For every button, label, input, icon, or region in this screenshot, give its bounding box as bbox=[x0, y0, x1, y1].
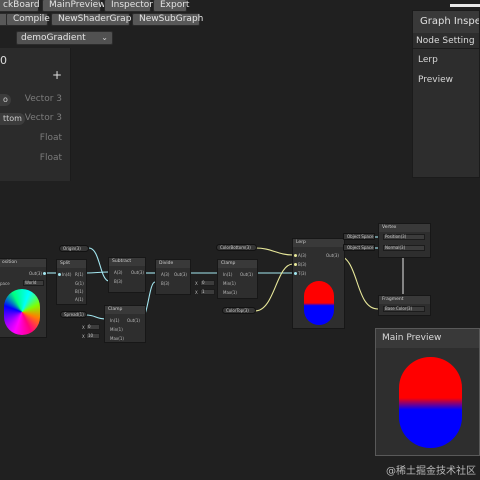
port-in-label: In(4) bbox=[62, 272, 72, 277]
main-preview-title: Main Preview bbox=[376, 329, 479, 348]
port-out-label: Out(1) bbox=[240, 272, 253, 277]
input-port[interactable] bbox=[294, 263, 297, 266]
port-out-label: Out(1) bbox=[127, 318, 140, 323]
position-node[interactable]: osition Out(3) pace World bbox=[0, 258, 47, 338]
x-label: X bbox=[82, 325, 85, 330]
edge-origin-subtract bbox=[88, 247, 110, 282]
port-min-label: Min(1) bbox=[223, 281, 236, 286]
base-color-port-field[interactable]: Base Color(3) bbox=[383, 306, 425, 312]
node-title: Subtract bbox=[109, 258, 145, 266]
port-a-label: A(3) bbox=[161, 272, 170, 277]
port-a-label: A(3) bbox=[114, 270, 123, 275]
color-top-property-pill[interactable]: ColorTop(3) bbox=[222, 307, 256, 314]
clamp-node-2[interactable]: Clamp In(1) Min(1) Max(1) Out(1) bbox=[217, 259, 258, 299]
position-port-field[interactable]: Position(3) bbox=[383, 234, 425, 240]
port-out-label: A(1) bbox=[75, 297, 84, 302]
input-port[interactable] bbox=[294, 272, 297, 275]
split-node[interactable]: Split In(4) R(1) G(1) B(1) A(1) bbox=[56, 259, 87, 305]
max-value-field[interactable]: 1 bbox=[200, 289, 215, 295]
port-max-label: Max(1) bbox=[223, 290, 237, 295]
node-title: Fragment bbox=[379, 296, 430, 304]
pill-label: Object Space bbox=[347, 245, 374, 250]
main-preview-capsule[interactable] bbox=[399, 357, 462, 448]
min-value-field[interactable]: 0 bbox=[86, 324, 100, 330]
node-title: Divide bbox=[156, 260, 190, 268]
origin-property-pill[interactable]: Origin(3) bbox=[59, 245, 89, 252]
object-space-pill[interactable]: Object Space bbox=[343, 244, 375, 251]
normal-port-field[interactable]: Normal(3) bbox=[383, 245, 425, 251]
lerp-node[interactable]: Lerp A(3) B(3) T(3) Out(3) bbox=[292, 238, 345, 329]
node-title: Clamp bbox=[218, 260, 257, 268]
max-value-field[interactable]: 10 bbox=[86, 333, 100, 339]
port-b-label: B(3) bbox=[114, 279, 123, 284]
port-out-label: Out(3) bbox=[174, 272, 187, 277]
port-a-label: A(3) bbox=[298, 253, 307, 258]
lerp-preview-capsule bbox=[304, 281, 334, 325]
node-title: osition bbox=[0, 259, 46, 267]
spread-property-pill[interactable]: Spread(1) bbox=[60, 311, 87, 318]
x-label: X bbox=[195, 281, 198, 286]
x-label: X bbox=[195, 290, 198, 295]
pill-label: Spread(1) bbox=[64, 312, 84, 317]
port-t-label: T(3) bbox=[298, 271, 307, 276]
clamp-node-1[interactable]: Clamp In(1) Min(1) Max(1) Out(1) bbox=[104, 305, 146, 343]
pill-label: ColorTop(3) bbox=[226, 308, 249, 313]
node-title: Clamp bbox=[105, 306, 145, 314]
space-label: pace bbox=[0, 281, 10, 286]
position-preview-sphere bbox=[4, 289, 40, 335]
port-max-label: Max(1) bbox=[110, 336, 124, 341]
color-bottom-property-pill[interactable]: ColorBottom(3) bbox=[216, 244, 257, 251]
node-title: Lerp bbox=[293, 239, 344, 247]
pill-label: Object Space bbox=[347, 234, 374, 239]
port-b-label: B(3) bbox=[298, 262, 307, 267]
port-out-label: Out(3) bbox=[326, 253, 339, 258]
space-select[interactable]: World bbox=[23, 280, 44, 286]
port-b-label: B(3) bbox=[161, 281, 170, 286]
x-label: X bbox=[82, 334, 85, 339]
pill-label: Origin(3) bbox=[63, 246, 81, 251]
node-title: Vertex bbox=[379, 224, 430, 232]
object-space-pill[interactable]: Object Space bbox=[343, 233, 375, 240]
fragment-node[interactable]: Fragment Base Color(3) bbox=[378, 295, 431, 316]
edge-colorbottom-lerp bbox=[255, 247, 294, 256]
vertex-node[interactable]: Vertex Position(3) Normal(3) bbox=[378, 223, 431, 258]
port-out-label: R(1) bbox=[75, 272, 84, 277]
port-out-label: B(1) bbox=[75, 289, 84, 294]
edge-split-subtract bbox=[85, 271, 110, 274]
divide-node[interactable]: Divide A(3) B(3) Out(3) bbox=[155, 259, 191, 295]
output-port[interactable] bbox=[43, 272, 46, 275]
input-port[interactable] bbox=[58, 273, 61, 276]
edge-colortop-lerp bbox=[254, 263, 294, 312]
watermark: @稀土掘金技术社区 bbox=[386, 466, 476, 477]
subtract-node[interactable]: Subtract A(3) B(3) Out(3) bbox=[108, 257, 146, 293]
input-port[interactable] bbox=[294, 254, 297, 257]
pill-label: ColorBottom(3) bbox=[220, 245, 251, 250]
port-out-label: Out(3) bbox=[131, 270, 144, 275]
node-title: Split bbox=[57, 260, 86, 268]
edge-spread-clamp bbox=[85, 314, 107, 320]
main-preview-panel: Main Preview bbox=[375, 328, 480, 456]
port-in-label: In(1) bbox=[110, 318, 120, 323]
port-out-label: G(1) bbox=[75, 281, 84, 286]
min-value-field[interactable]: 0 bbox=[200, 280, 215, 286]
port-in-label: In(1) bbox=[223, 272, 233, 277]
port-out-label: Out(3) bbox=[29, 271, 42, 276]
port-min-label: Min(1) bbox=[110, 327, 123, 332]
